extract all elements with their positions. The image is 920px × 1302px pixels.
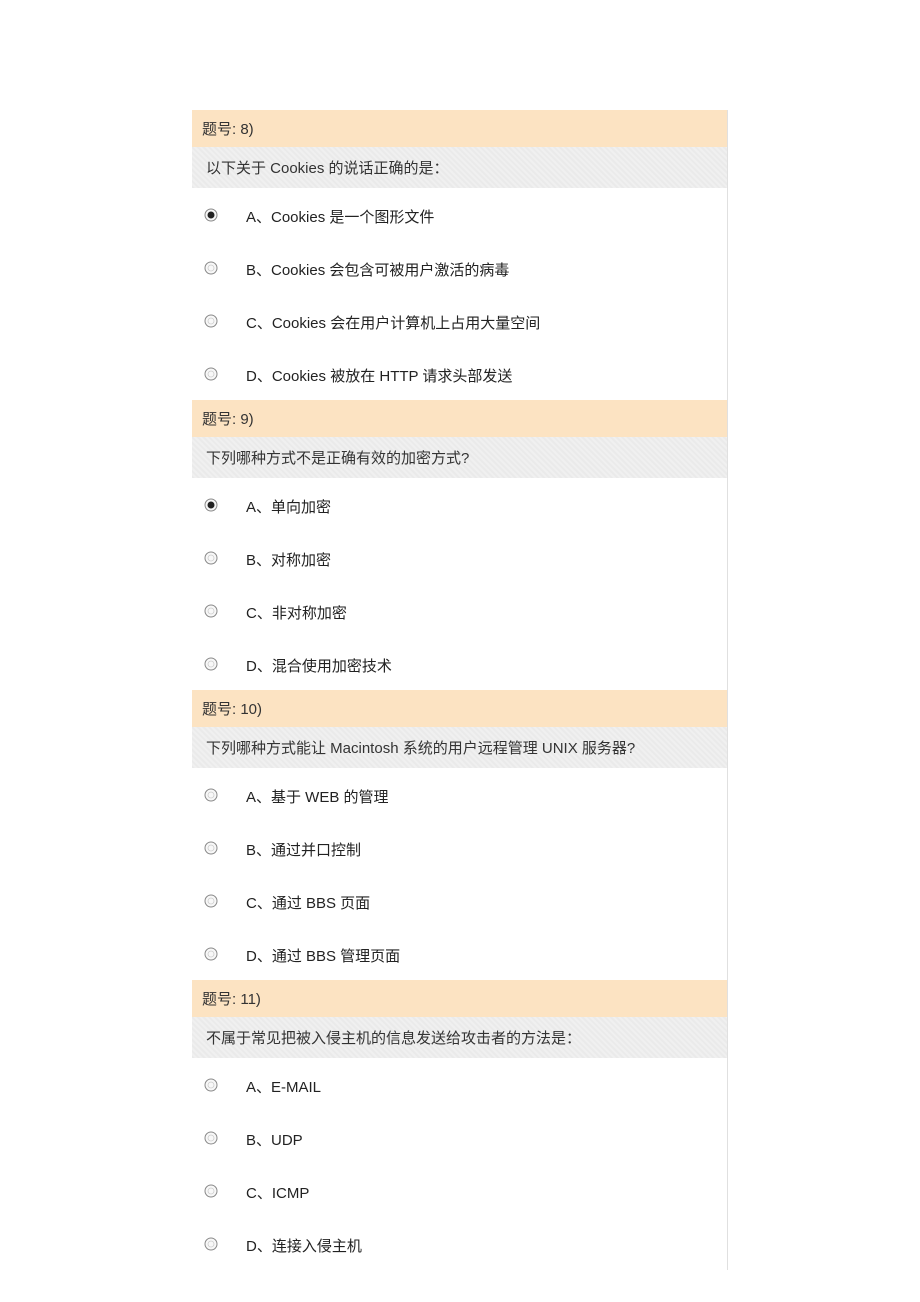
option-row[interactable]: B、UDP (192, 1111, 727, 1164)
radio-unselected-icon[interactable] (204, 894, 218, 908)
option-row[interactable]: D、连接入侵主机 (192, 1217, 727, 1270)
radio-unselected-icon[interactable] (204, 314, 218, 328)
option-label: C、Cookies 会在用户计算机上占用大量空间 (246, 308, 540, 333)
radio-unselected-icon[interactable] (204, 788, 218, 802)
radio-unselected-icon[interactable] (204, 841, 218, 855)
option-row[interactable]: D、混合使用加密技术 (192, 637, 727, 690)
option-row[interactable]: A、Cookies 是一个图形文件 (192, 188, 727, 241)
option-row[interactable]: D、Cookies 被放在 HTTP 请求头部发送 (192, 347, 727, 400)
quiz-container: 题号: 8)以下关于 Cookies 的说话正确的是： A、Cookies 是一个… (192, 110, 728, 1270)
option-label: D、连接入侵主机 (246, 1231, 362, 1256)
question-text: 以下关于 Cookies 的说话正确的是： (192, 147, 727, 188)
option-label: A、单向加密 (246, 492, 331, 517)
radio-unselected-icon[interactable] (204, 1131, 218, 1145)
option-label: D、Cookies 被放在 HTTP 请求头部发送 (246, 361, 512, 386)
question-text: 下列哪种方式不是正确有效的加密方式? (192, 437, 727, 478)
option-label: B、通过并口控制 (246, 835, 361, 860)
option-row[interactable]: B、Cookies 会包含可被用户激活的病毒 (192, 241, 727, 294)
radio-selected-icon[interactable] (204, 208, 218, 222)
option-label: B、UDP (246, 1125, 303, 1150)
question-text: 不属于常见把被入侵主机的信息发送给攻击者的方法是： (192, 1017, 727, 1058)
option-row[interactable]: B、对称加密 (192, 531, 727, 584)
option-row[interactable]: A、基于 WEB 的管理 (192, 768, 727, 821)
question-header: 题号: 8) (192, 110, 727, 147)
radio-unselected-icon[interactable] (204, 367, 218, 381)
radio-selected-icon[interactable] (204, 498, 218, 512)
option-row[interactable]: C、Cookies 会在用户计算机上占用大量空间 (192, 294, 727, 347)
radio-unselected-icon[interactable] (204, 261, 218, 275)
radio-unselected-icon[interactable] (204, 1237, 218, 1251)
option-row[interactable]: A、E-MAIL (192, 1058, 727, 1111)
question-text: 下列哪种方式能让 Macintosh 系统的用户远程管理 UNIX 服务器? (192, 727, 727, 768)
radio-unselected-icon[interactable] (204, 551, 218, 565)
option-label: C、通过 BBS 页面 (246, 888, 370, 913)
option-label: C、ICMP (246, 1178, 309, 1203)
option-row[interactable]: D、通过 BBS 管理页面 (192, 927, 727, 980)
option-row[interactable]: C、通过 BBS 页面 (192, 874, 727, 927)
radio-unselected-icon[interactable] (204, 657, 218, 671)
option-label: A、基于 WEB 的管理 (246, 782, 389, 807)
question-header: 题号: 11) (192, 980, 727, 1017)
radio-unselected-icon[interactable] (204, 604, 218, 618)
option-row[interactable]: C、ICMP (192, 1164, 727, 1217)
option-label: A、E-MAIL (246, 1072, 321, 1097)
option-row[interactable]: C、非对称加密 (192, 584, 727, 637)
option-label: D、通过 BBS 管理页面 (246, 941, 400, 966)
option-label: C、非对称加密 (246, 598, 347, 623)
option-label: B、对称加密 (246, 545, 331, 570)
radio-unselected-icon[interactable] (204, 1184, 218, 1198)
option-label: D、混合使用加密技术 (246, 651, 392, 676)
option-row[interactable]: A、单向加密 (192, 478, 727, 531)
question-header: 题号: 9) (192, 400, 727, 437)
option-label: A、Cookies 是一个图形文件 (246, 202, 434, 227)
radio-unselected-icon[interactable] (204, 1078, 218, 1092)
radio-unselected-icon[interactable] (204, 947, 218, 961)
option-row[interactable]: B、通过并口控制 (192, 821, 727, 874)
question-header: 题号: 10) (192, 690, 727, 727)
option-label: B、Cookies 会包含可被用户激活的病毒 (246, 255, 509, 280)
